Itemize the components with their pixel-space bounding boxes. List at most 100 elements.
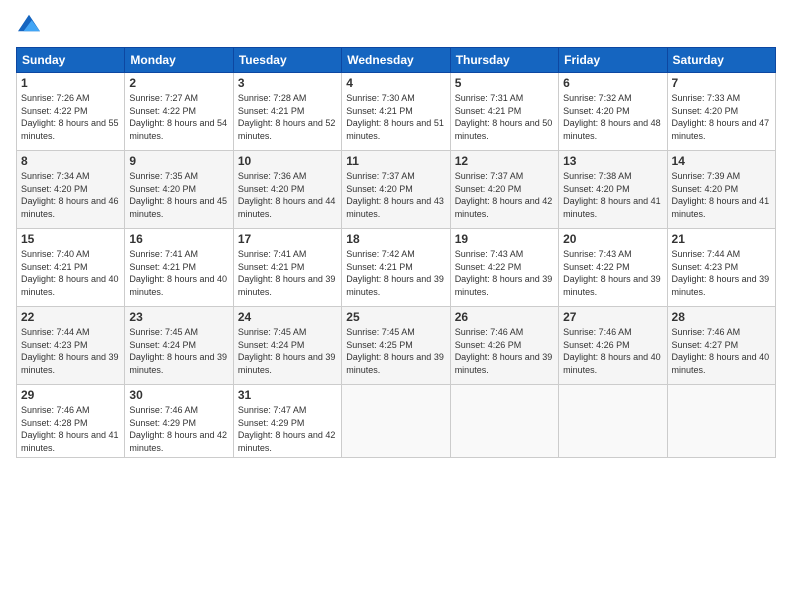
week-row-5: 29 Sunrise: 7:46 AM Sunset: 4:28 PM Dayl… <box>17 385 776 458</box>
daylight-label: Daylight: 8 hours and 50 minutes. <box>455 118 553 141</box>
day-cell-26: 26 Sunrise: 7:46 AM Sunset: 4:26 PM Dayl… <box>450 307 558 385</box>
sunset-label: Sunset: 4:21 PM <box>238 262 305 272</box>
day-info: Sunrise: 7:27 AM Sunset: 4:22 PM Dayligh… <box>129 92 228 142</box>
logo <box>16 12 40 39</box>
sunset-label: Sunset: 4:29 PM <box>238 418 305 428</box>
day-cell-13: 13 Sunrise: 7:38 AM Sunset: 4:20 PM Dayl… <box>559 151 667 229</box>
day-number: 31 <box>238 388 337 402</box>
daylight-label: Daylight: 8 hours and 39 minutes. <box>21 352 119 375</box>
day-number: 10 <box>238 154 337 168</box>
sunrise-label: Sunrise: 7:31 AM <box>455 93 524 103</box>
day-info: Sunrise: 7:44 AM Sunset: 4:23 PM Dayligh… <box>21 326 120 376</box>
sunset-label: Sunset: 4:26 PM <box>563 340 630 350</box>
col-header-tuesday: Tuesday <box>233 48 341 73</box>
sunrise-label: Sunrise: 7:45 AM <box>346 327 415 337</box>
sunset-label: Sunset: 4:24 PM <box>238 340 305 350</box>
day-cell-12: 12 Sunrise: 7:37 AM Sunset: 4:20 PM Dayl… <box>450 151 558 229</box>
day-info: Sunrise: 7:46 AM Sunset: 4:29 PM Dayligh… <box>129 404 228 454</box>
sunrise-label: Sunrise: 7:34 AM <box>21 171 90 181</box>
sunrise-label: Sunrise: 7:45 AM <box>238 327 307 337</box>
day-cell-20: 20 Sunrise: 7:43 AM Sunset: 4:22 PM Dayl… <box>559 229 667 307</box>
daylight-label: Daylight: 8 hours and 41 minutes. <box>21 430 119 453</box>
sunrise-label: Sunrise: 7:27 AM <box>129 93 198 103</box>
day-cell-2: 2 Sunrise: 7:27 AM Sunset: 4:22 PM Dayli… <box>125 73 233 151</box>
sunset-label: Sunset: 4:20 PM <box>672 106 739 116</box>
day-number: 18 <box>346 232 445 246</box>
day-cell-27: 27 Sunrise: 7:46 AM Sunset: 4:26 PM Dayl… <box>559 307 667 385</box>
day-info: Sunrise: 7:41 AM Sunset: 4:21 PM Dayligh… <box>238 248 337 298</box>
sunrise-label: Sunrise: 7:44 AM <box>21 327 90 337</box>
day-cell-7: 7 Sunrise: 7:33 AM Sunset: 4:20 PM Dayli… <box>667 73 775 151</box>
sunset-label: Sunset: 4:20 PM <box>563 106 630 116</box>
day-cell-28: 28 Sunrise: 7:46 AM Sunset: 4:27 PM Dayl… <box>667 307 775 385</box>
day-cell-14: 14 Sunrise: 7:39 AM Sunset: 4:20 PM Dayl… <box>667 151 775 229</box>
daylight-label: Daylight: 8 hours and 40 minutes. <box>563 352 661 375</box>
sunrise-label: Sunrise: 7:38 AM <box>563 171 632 181</box>
day-number: 11 <box>346 154 445 168</box>
sunset-label: Sunset: 4:27 PM <box>672 340 739 350</box>
day-number: 30 <box>129 388 228 402</box>
day-info: Sunrise: 7:44 AM Sunset: 4:23 PM Dayligh… <box>672 248 771 298</box>
daylight-label: Daylight: 8 hours and 39 minutes. <box>129 352 227 375</box>
daylight-label: Daylight: 8 hours and 40 minutes. <box>129 274 227 297</box>
week-row-1: 1 Sunrise: 7:26 AM Sunset: 4:22 PM Dayli… <box>17 73 776 151</box>
day-cell-18: 18 Sunrise: 7:42 AM Sunset: 4:21 PM Dayl… <box>342 229 450 307</box>
day-number: 20 <box>563 232 662 246</box>
col-header-sunday: Sunday <box>17 48 125 73</box>
sunset-label: Sunset: 4:20 PM <box>672 184 739 194</box>
empty-cell <box>667 385 775 458</box>
day-info: Sunrise: 7:45 AM Sunset: 4:24 PM Dayligh… <box>238 326 337 376</box>
sunset-label: Sunset: 4:20 PM <box>346 184 413 194</box>
day-number: 13 <box>563 154 662 168</box>
day-cell-29: 29 Sunrise: 7:46 AM Sunset: 4:28 PM Dayl… <box>17 385 125 458</box>
daylight-label: Daylight: 8 hours and 48 minutes. <box>563 118 661 141</box>
day-number: 21 <box>672 232 771 246</box>
day-cell-6: 6 Sunrise: 7:32 AM Sunset: 4:20 PM Dayli… <box>559 73 667 151</box>
col-header-saturday: Saturday <box>667 48 775 73</box>
day-number: 4 <box>346 76 445 90</box>
sunset-label: Sunset: 4:22 PM <box>563 262 630 272</box>
day-info: Sunrise: 7:31 AM Sunset: 4:21 PM Dayligh… <box>455 92 554 142</box>
sunset-label: Sunset: 4:22 PM <box>129 106 196 116</box>
day-cell-23: 23 Sunrise: 7:45 AM Sunset: 4:24 PM Dayl… <box>125 307 233 385</box>
daylight-label: Daylight: 8 hours and 39 minutes. <box>346 274 444 297</box>
day-info: Sunrise: 7:34 AM Sunset: 4:20 PM Dayligh… <box>21 170 120 220</box>
empty-cell <box>450 385 558 458</box>
sunset-label: Sunset: 4:21 PM <box>238 106 305 116</box>
calendar-header-row: SundayMondayTuesdayWednesdayThursdayFrid… <box>17 48 776 73</box>
sunset-label: Sunset: 4:21 PM <box>346 106 413 116</box>
sunset-label: Sunset: 4:20 PM <box>238 184 305 194</box>
day-cell-10: 10 Sunrise: 7:36 AM Sunset: 4:20 PM Dayl… <box>233 151 341 229</box>
week-row-2: 8 Sunrise: 7:34 AM Sunset: 4:20 PM Dayli… <box>17 151 776 229</box>
day-number: 9 <box>129 154 228 168</box>
day-info: Sunrise: 7:46 AM Sunset: 4:26 PM Dayligh… <box>563 326 662 376</box>
daylight-label: Daylight: 8 hours and 44 minutes. <box>238 196 336 219</box>
daylight-label: Daylight: 8 hours and 39 minutes. <box>455 352 553 375</box>
day-number: 24 <box>238 310 337 324</box>
day-info: Sunrise: 7:32 AM Sunset: 4:20 PM Dayligh… <box>563 92 662 142</box>
day-number: 27 <box>563 310 662 324</box>
sunset-label: Sunset: 4:22 PM <box>455 262 522 272</box>
sunrise-label: Sunrise: 7:41 AM <box>238 249 307 259</box>
day-number: 19 <box>455 232 554 246</box>
sunrise-label: Sunrise: 7:40 AM <box>21 249 90 259</box>
sunrise-label: Sunrise: 7:26 AM <box>21 93 90 103</box>
daylight-label: Daylight: 8 hours and 39 minutes. <box>455 274 553 297</box>
day-cell-15: 15 Sunrise: 7:40 AM Sunset: 4:21 PM Dayl… <box>17 229 125 307</box>
daylight-label: Daylight: 8 hours and 39 minutes. <box>346 352 444 375</box>
sunrise-label: Sunrise: 7:42 AM <box>346 249 415 259</box>
day-cell-17: 17 Sunrise: 7:41 AM Sunset: 4:21 PM Dayl… <box>233 229 341 307</box>
sunset-label: Sunset: 4:21 PM <box>129 262 196 272</box>
day-info: Sunrise: 7:37 AM Sunset: 4:20 PM Dayligh… <box>455 170 554 220</box>
day-info: Sunrise: 7:30 AM Sunset: 4:21 PM Dayligh… <box>346 92 445 142</box>
sunset-label: Sunset: 4:21 PM <box>455 106 522 116</box>
day-info: Sunrise: 7:28 AM Sunset: 4:21 PM Dayligh… <box>238 92 337 142</box>
daylight-label: Daylight: 8 hours and 39 minutes. <box>563 274 661 297</box>
sunset-label: Sunset: 4:25 PM <box>346 340 413 350</box>
daylight-label: Daylight: 8 hours and 46 minutes. <box>21 196 119 219</box>
sunset-label: Sunset: 4:23 PM <box>21 340 88 350</box>
sunrise-label: Sunrise: 7:43 AM <box>563 249 632 259</box>
sunset-label: Sunset: 4:21 PM <box>346 262 413 272</box>
day-info: Sunrise: 7:46 AM Sunset: 4:26 PM Dayligh… <box>455 326 554 376</box>
sunrise-label: Sunrise: 7:46 AM <box>672 327 741 337</box>
